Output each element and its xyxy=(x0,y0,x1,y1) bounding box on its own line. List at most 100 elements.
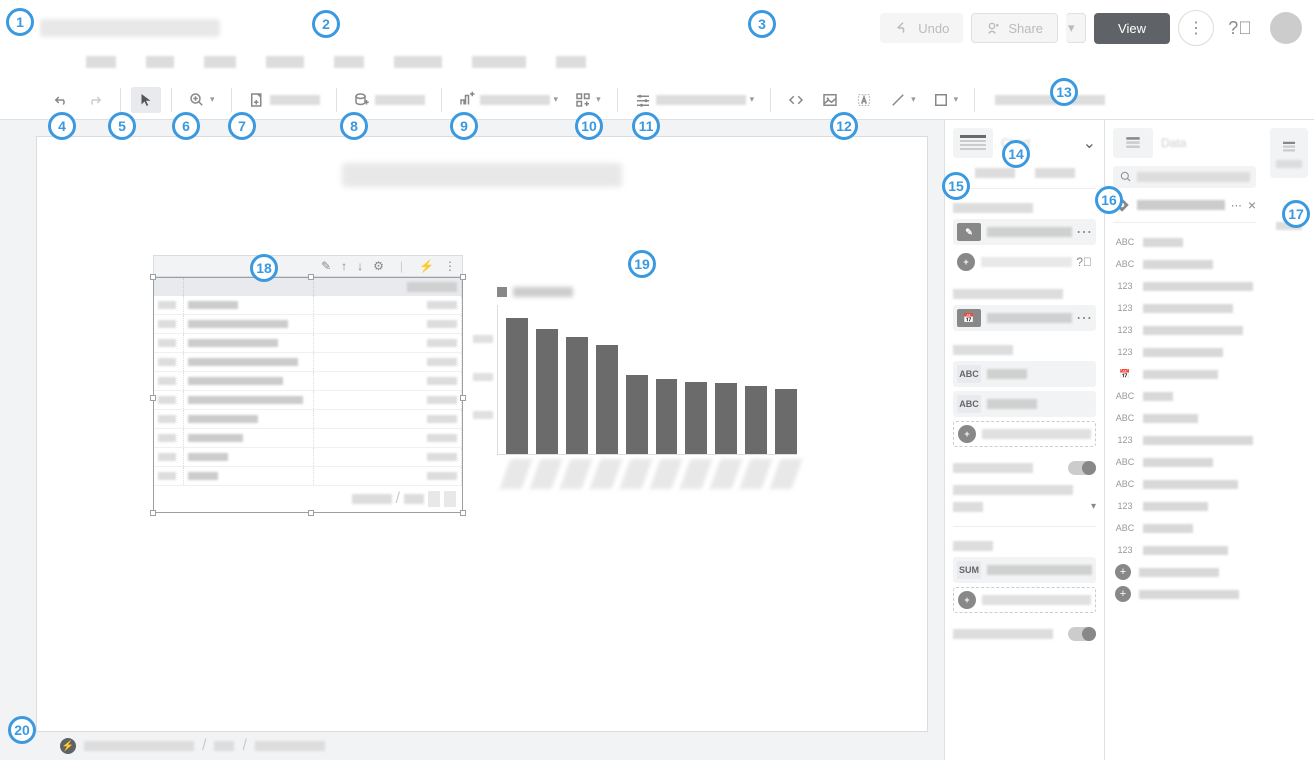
add-metric-button[interactable]: + xyxy=(953,587,1096,613)
table-chart[interactable]: ✎ ↑ ↓ ⚙ | ⚡ ⋮ / xyxy=(153,255,463,513)
help-button[interactable]: ?⃝ xyxy=(1222,10,1258,46)
x-tick-label xyxy=(680,459,713,489)
add-dimension-button[interactable]: + xyxy=(953,421,1096,447)
chevron-down-icon[interactable]: ⌄ xyxy=(1083,133,1096,153)
plus-icon: + xyxy=(1115,586,1131,602)
annotation-11: 11 xyxy=(632,112,660,140)
add-page-button[interactable] xyxy=(242,87,326,113)
edit-icon[interactable]: ✎ xyxy=(321,259,331,273)
more-menu-button[interactable]: ⋮ xyxy=(1178,10,1214,46)
sort-desc-icon[interactable]: ↓ xyxy=(357,259,363,273)
close-icon[interactable]: × xyxy=(1248,197,1256,213)
field-item[interactable]: ABC xyxy=(1113,473,1256,495)
menu-item[interactable] xyxy=(266,56,304,68)
add-parameter-button[interactable]: + xyxy=(1113,583,1256,605)
settings-icon[interactable]: ⚙ xyxy=(373,259,384,273)
menu-item[interactable] xyxy=(472,56,526,68)
annotation-3: 3 xyxy=(748,10,776,38)
field-item[interactable]: 123 xyxy=(1113,297,1256,319)
table-row[interactable] xyxy=(154,372,462,391)
add-field-button[interactable]: + xyxy=(1113,561,1256,583)
undo-button[interactable] xyxy=(46,87,76,113)
share-dropdown[interactable]: ▾ xyxy=(1066,13,1086,43)
x-tick-label xyxy=(710,459,743,489)
tab-style[interactable] xyxy=(1035,168,1075,178)
annotation-12: 12 xyxy=(830,112,858,140)
field-item[interactable]: 123 xyxy=(1113,341,1256,363)
community-viz-button[interactable] xyxy=(568,87,607,113)
report-canvas[interactable]: ✎ ↑ ↓ ⚙ | ⚡ ⋮ / xyxy=(36,136,928,732)
header-undo-button[interactable]: Undo xyxy=(880,13,963,43)
view-button[interactable]: View xyxy=(1094,13,1170,44)
metric-chip[interactable]: SUM xyxy=(953,557,1096,583)
optional-metrics-toggle[interactable] xyxy=(953,627,1096,641)
line-button[interactable] xyxy=(883,87,922,113)
table-body[interactable]: / xyxy=(153,277,463,513)
table-row[interactable] xyxy=(154,391,462,410)
field-item[interactable]: ABC xyxy=(1113,385,1256,407)
field-item[interactable]: 123 xyxy=(1113,495,1256,517)
date-range-chip[interactable]: 📅⋯ xyxy=(953,305,1096,331)
field-search[interactable] xyxy=(1113,166,1256,188)
table-row[interactable] xyxy=(154,429,462,448)
help-icon[interactable]: ?⃝ xyxy=(1076,255,1092,269)
field-item[interactable]: ABC xyxy=(1113,407,1256,429)
shape-button[interactable] xyxy=(926,87,965,113)
menu-item[interactable] xyxy=(146,56,174,68)
add-control-button[interactable] xyxy=(628,87,761,113)
data-source-header[interactable]: ⋯ × xyxy=(1113,196,1256,223)
add-data-button[interactable] xyxy=(347,87,431,113)
report-name[interactable] xyxy=(40,19,220,37)
field-type-badge: ABC xyxy=(1115,457,1135,467)
redo-button[interactable] xyxy=(80,87,110,113)
field-item[interactable]: 123 xyxy=(1113,539,1256,561)
data-source-chip[interactable]: ✎⋯ xyxy=(953,219,1096,245)
abc-badge: ABC xyxy=(957,365,981,383)
more-vert-icon[interactable]: ⋮ xyxy=(444,259,456,273)
tab-setup[interactable] xyxy=(975,168,1015,178)
theme-button[interactable] xyxy=(985,91,1111,109)
bar-chart[interactable] xyxy=(497,287,797,489)
zoom-tool[interactable] xyxy=(182,87,221,113)
selection-tool[interactable] xyxy=(131,87,161,113)
menu-item[interactable] xyxy=(204,56,236,68)
field-item[interactable]: ABC xyxy=(1113,231,1256,253)
share-button[interactable]: Share xyxy=(971,13,1058,43)
default-drill-select[interactable] xyxy=(953,485,1096,495)
field-item[interactable]: 123 xyxy=(1113,429,1256,451)
image-button[interactable] xyxy=(815,87,845,113)
default-drill-value[interactable]: ▾ xyxy=(953,501,1096,512)
table-row[interactable] xyxy=(154,315,462,334)
text-button[interactable] xyxy=(849,87,879,113)
field-item[interactable]: 123 xyxy=(1113,319,1256,341)
menu-item[interactable] xyxy=(394,56,442,68)
menu-item[interactable] xyxy=(86,56,116,68)
table-row[interactable] xyxy=(154,334,462,353)
chart-type-icon xyxy=(953,128,993,158)
field-item[interactable]: 123 xyxy=(1113,275,1256,297)
menu-item[interactable] xyxy=(556,56,586,68)
table-paginator[interactable]: / xyxy=(154,486,462,512)
field-type-badge: 123 xyxy=(1115,281,1135,291)
blend-data-button[interactable]: +?⃝ xyxy=(953,249,1096,275)
sort-asc-icon[interactable]: ↑ xyxy=(341,259,347,273)
annotation-14: 14 xyxy=(1002,140,1030,168)
drilldown-toggle[interactable] xyxy=(953,461,1096,475)
bolt-icon[interactable]: ⚡ xyxy=(419,259,434,273)
dimension-chip[interactable]: ABC xyxy=(953,361,1096,387)
table-row[interactable] xyxy=(154,296,462,315)
table-row[interactable] xyxy=(154,448,462,467)
menu-item[interactable] xyxy=(334,56,364,68)
table-row[interactable] xyxy=(154,410,462,429)
table-row[interactable] xyxy=(154,353,462,372)
table-row[interactable] xyxy=(154,467,462,486)
field-item[interactable]: ABC xyxy=(1113,517,1256,539)
field-item[interactable]: ABC xyxy=(1113,253,1256,275)
url-embed-button[interactable] xyxy=(781,87,811,113)
add-chart-button[interactable] xyxy=(452,87,565,113)
field-item[interactable]: ABC xyxy=(1113,451,1256,473)
data-tab-chip[interactable] xyxy=(1270,128,1308,178)
field-item[interactable]: 📅 xyxy=(1113,363,1256,385)
dimension-chip[interactable]: ABC xyxy=(953,391,1096,417)
user-avatar[interactable] xyxy=(1270,12,1302,44)
